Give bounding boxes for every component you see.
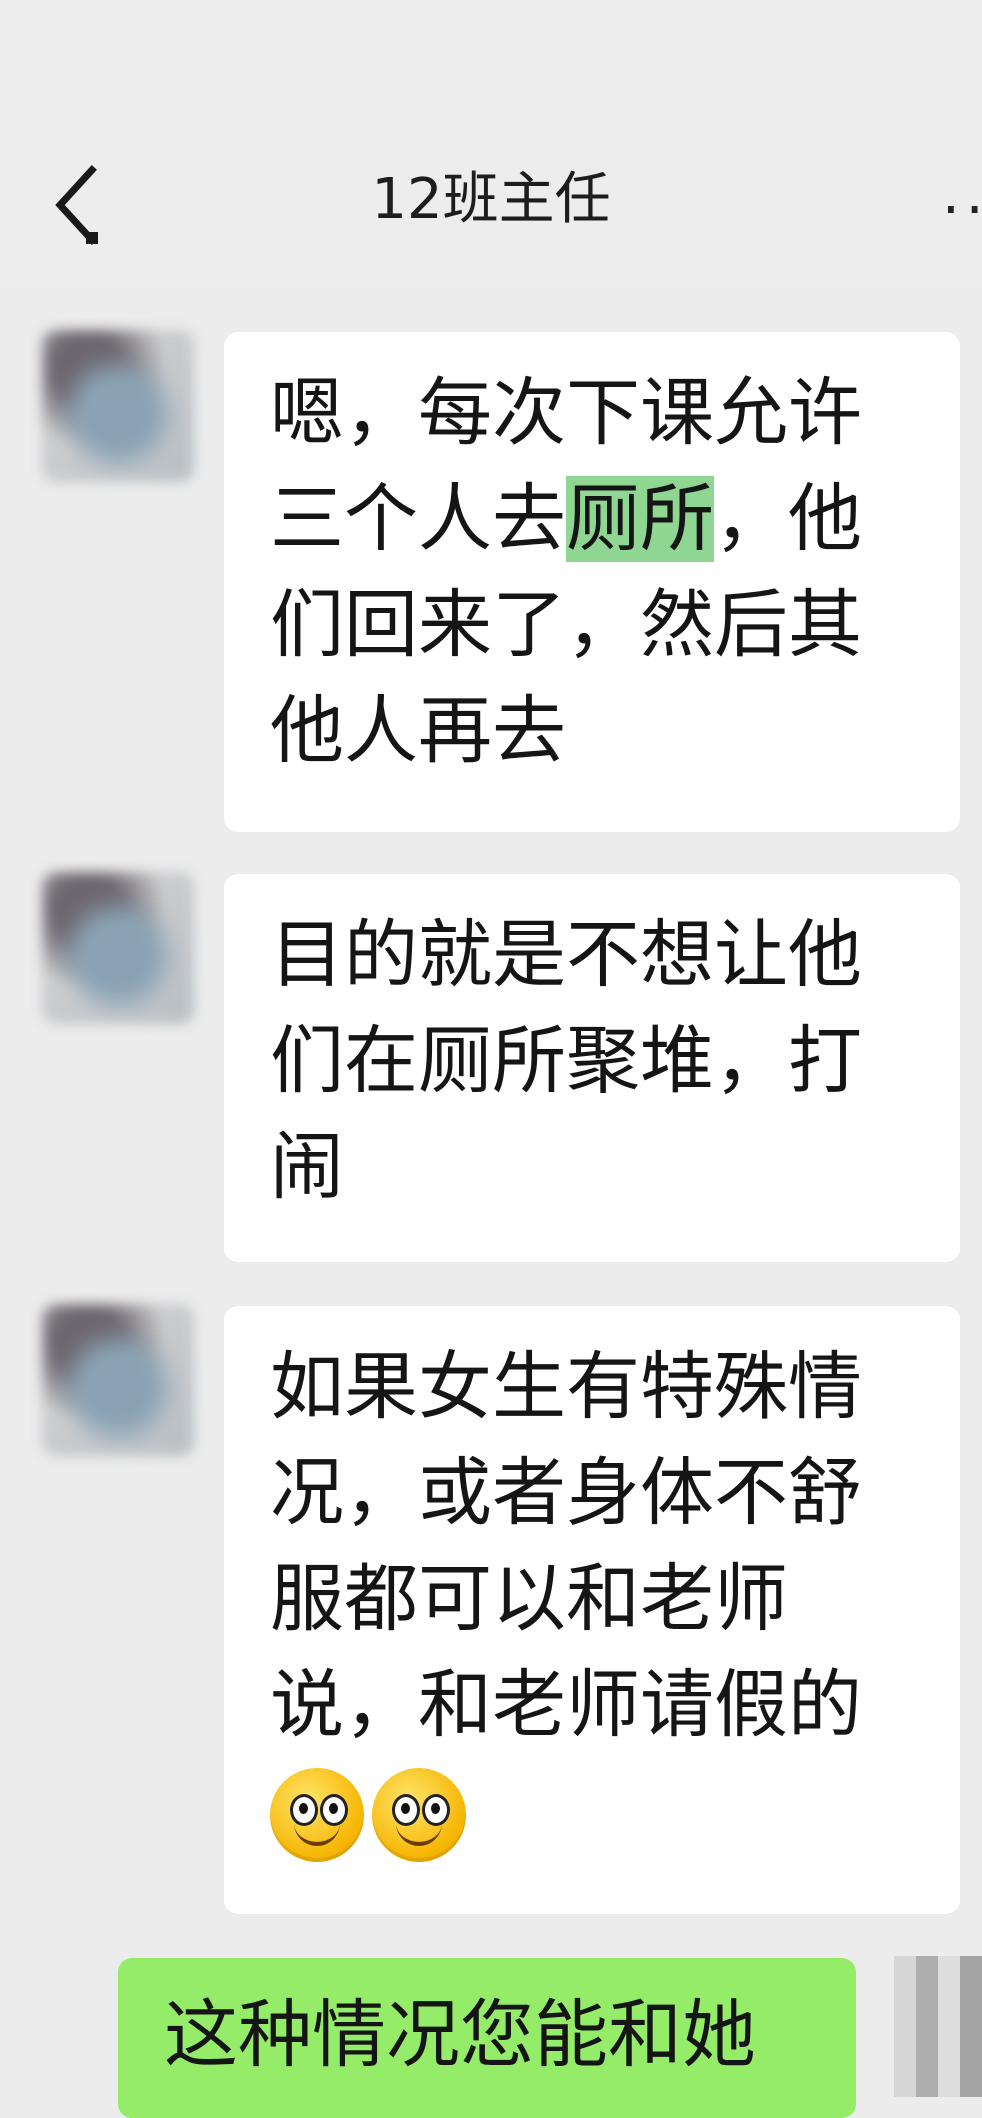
chat-title: 12班主任 bbox=[371, 167, 611, 232]
my-avatar[interactable] bbox=[894, 1956, 982, 2097]
ellipsis-icon: ·· bbox=[942, 178, 982, 243]
sender-avatar[interactable] bbox=[42, 872, 194, 1024]
highlighted-text[interactable]: 厕所 bbox=[566, 476, 714, 562]
message-bubble[interactable]: 嗯，每次下课允许三个人去厕所，他们回来了，然后其他人再去 bbox=[224, 332, 960, 832]
message-text: 如果女生有特殊情况，或者身体不舒服都可以和老师说，和老师请假的 bbox=[270, 1344, 862, 1748]
message-text: 这种情况您能和她 bbox=[164, 1992, 756, 2078]
smile-emoji-icon bbox=[270, 1768, 364, 1863]
message-bubble[interactable]: 如果女生有特殊情况，或者身体不舒服都可以和老师说，和老师请假的 bbox=[224, 1306, 960, 1914]
more-options-button[interactable]: ·· bbox=[942, 178, 982, 243]
message-bubble[interactable]: 目的就是不想让他们在厕所聚堆，打闹 bbox=[224, 874, 960, 1262]
message-text: 目的就是不想让他们在厕所聚堆，打闹 bbox=[270, 912, 862, 1210]
my-message-bubble[interactable]: 这种情况您能和她 bbox=[118, 1958, 856, 2118]
sender-avatar[interactable] bbox=[42, 1304, 194, 1456]
smile-emoji-icon bbox=[372, 1768, 466, 1863]
top-bar: 12班主任 ·· bbox=[0, 0, 982, 288]
sender-avatar[interactable] bbox=[42, 330, 194, 482]
